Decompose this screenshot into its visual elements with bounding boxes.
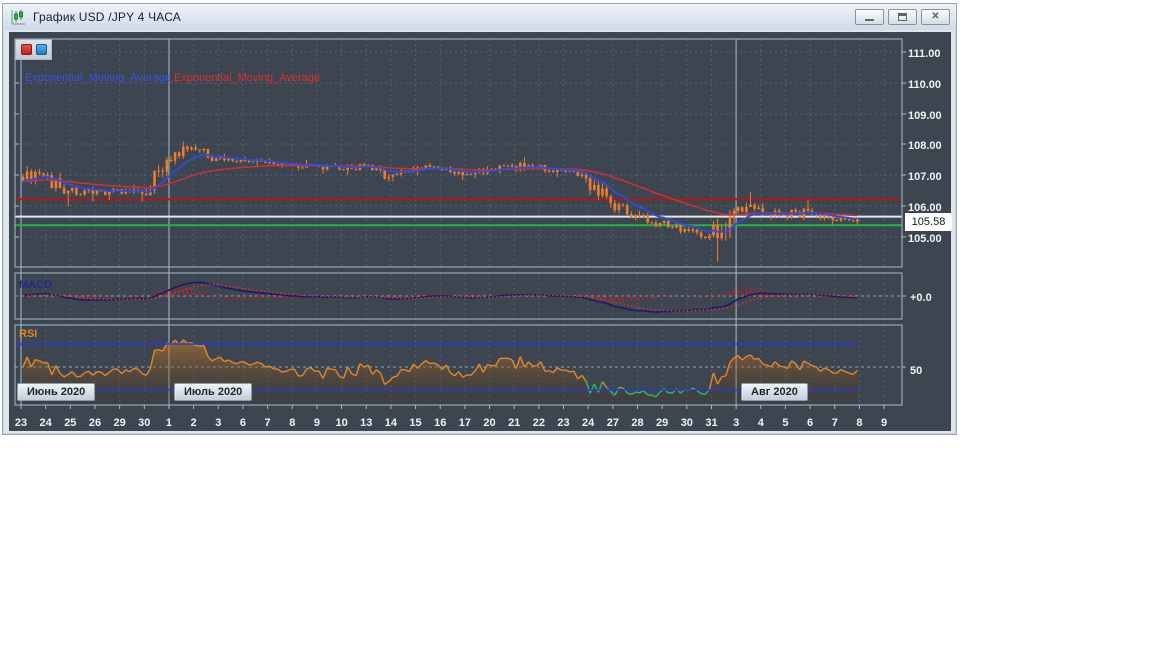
- date-axis-label: 25: [64, 417, 77, 429]
- date-axis-label: 21: [508, 417, 521, 429]
- month-badge-august[interactable]: Авг 2020: [741, 383, 808, 401]
- date-axis-label: 10: [335, 417, 348, 429]
- chart-canvas[interactable]: Exponential_Moving_Average.Exponential_M…: [9, 32, 951, 431]
- price-axis-label: 110.00: [908, 79, 942, 91]
- date-axis-label: 15: [409, 417, 422, 429]
- date-axis-label: 29: [113, 417, 126, 429]
- legend-buttons: [15, 39, 52, 60]
- date-axis-label: 2: [190, 417, 197, 429]
- date-axis-label: 3: [215, 417, 222, 429]
- date-axis-label: 16: [434, 417, 447, 429]
- ema-slow-legend: .Exponential_Moving_Average: [170, 72, 320, 84]
- ema-fast-legend: Exponential_Moving_Average: [25, 72, 171, 84]
- title-bar[interactable]: График USD /JPY 4 ЧАСА ✕: [3, 4, 956, 30]
- price-axis-label: 109.00: [908, 110, 942, 122]
- date-axis-label: 7: [264, 417, 271, 429]
- sell-square-button[interactable]: [20, 44, 32, 55]
- macd-axis-label: +0.0: [910, 292, 932, 304]
- date-axis-label: 22: [532, 417, 545, 429]
- restore-icon: [898, 13, 907, 21]
- date-axis-label: 9: [313, 417, 320, 429]
- date-axis-label: 17: [458, 417, 471, 429]
- date-axis-label: 24: [39, 417, 52, 429]
- date-axis-label: 27: [606, 417, 619, 429]
- date-axis-label: 20: [483, 417, 496, 429]
- date-axis-label: 23: [14, 417, 28, 429]
- restore-button[interactable]: [888, 9, 917, 25]
- price-axis-label: 108.00: [908, 140, 942, 152]
- date-axis-label: 31: [705, 417, 718, 429]
- date-axis-label: 1: [165, 417, 173, 429]
- price-axis-label: 107.00: [908, 171, 942, 183]
- indicator-legend: Exponential_Moving_Average.Exponential_M…: [25, 72, 320, 84]
- chart-plot: [14, 38, 906, 409]
- chart-window: График USD /JPY 4 ЧАСА ✕ Exponential_Mov…: [2, 3, 957, 435]
- date-axis-label: 7: [831, 417, 838, 429]
- date-axis-label: 14: [384, 417, 398, 429]
- date-axis-label: 30: [138, 417, 151, 429]
- date-axis-label: 8: [856, 417, 863, 429]
- date-axis-label: 30: [680, 417, 693, 429]
- minimize-button[interactable]: [855, 9, 884, 25]
- date-axis-label: 13: [360, 417, 373, 429]
- buy-square-button[interactable]: [35, 44, 47, 55]
- date-axis-label: 6: [807, 417, 814, 429]
- rsi-panel-label: RSI: [19, 328, 38, 340]
- date-axis-label: 5: [782, 417, 789, 429]
- minimize-icon: [865, 18, 874, 21]
- date-axis-label: 23: [557, 417, 570, 429]
- price-axis-label: 105.00: [908, 233, 942, 245]
- date-axis-label: 9: [881, 417, 888, 429]
- month-badge-june[interactable]: Июнь 2020: [17, 383, 96, 401]
- date-axis-label: 3: [733, 417, 740, 429]
- price-axis-label: 111.00: [908, 48, 941, 60]
- date-axis-label: 6: [239, 417, 246, 429]
- date-axis-label: 28: [631, 417, 644, 429]
- close-button[interactable]: ✕: [921, 9, 950, 25]
- rsi-axis-label: 50: [910, 365, 923, 377]
- candlestick-chart-icon: [11, 10, 25, 25]
- date-axis-label: 29: [656, 417, 669, 429]
- date-axis-label: 8: [289, 417, 296, 429]
- macd-panel-label: MACD: [19, 279, 52, 291]
- close-icon: ✕: [931, 11, 940, 22]
- date-axis-label: 26: [88, 417, 102, 429]
- window-title: График USD /JPY 4 ЧАСА: [33, 10, 182, 24]
- current-price-tag: 105.58: [905, 213, 952, 231]
- window-controls: ✕: [855, 9, 950, 25]
- date-axis-label: 24: [582, 417, 595, 429]
- month-badge-july[interactable]: Июль 2020: [174, 383, 253, 401]
- date-axis-label: 4: [757, 417, 764, 429]
